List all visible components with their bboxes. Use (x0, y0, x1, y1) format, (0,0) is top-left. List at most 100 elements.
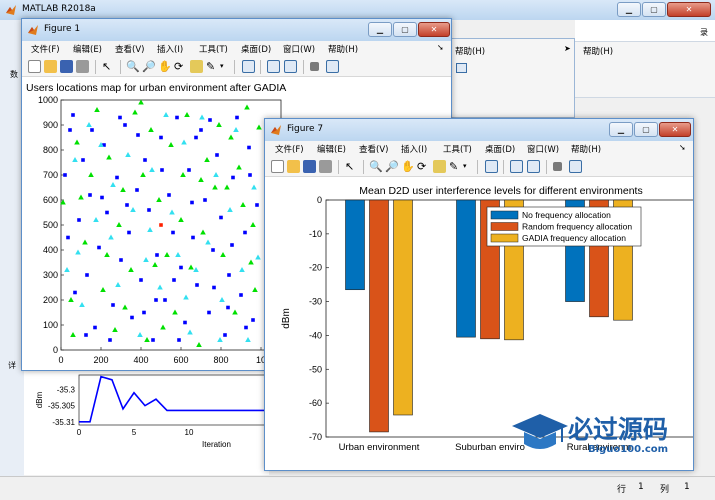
scatter-point-square (77, 218, 81, 222)
data-cursor-icon[interactable] (433, 160, 446, 173)
menu-window[interactable]: 窗口(W) (527, 143, 559, 155)
scatter-point-square (171, 230, 175, 235)
menu-help[interactable]: 帮助(H) (328, 43, 358, 55)
open-file-icon[interactable] (287, 160, 300, 173)
brush-icon[interactable]: ✎ (449, 160, 462, 173)
edit-plot-arrow-icon[interactable]: ↖ (102, 60, 115, 73)
brush-icon[interactable]: ✎ (206, 60, 219, 73)
maximize-button[interactable]: ▢ (634, 122, 658, 137)
brush-dropdown-icon[interactable]: ▾ (220, 60, 228, 73)
minimize-button[interactable]: ▁ (368, 22, 392, 37)
minimize-button[interactable]: ▁ (609, 122, 633, 137)
back-window-tool-icon[interactable] (456, 63, 467, 73)
scatter-point-square (85, 273, 89, 277)
menu-file[interactable]: 文件(F) (31, 43, 60, 55)
menu-desktop[interactable]: 桌面(D) (241, 43, 271, 55)
toolbar-separator (477, 160, 478, 174)
bar-y-tick-label: -60 (309, 398, 322, 408)
menu-insert[interactable]: 插入(I) (157, 43, 183, 55)
rotate-3d-icon[interactable]: ⟳ (417, 160, 430, 173)
scatter-y-tick-label: 300 (43, 270, 58, 280)
scatter-point-square (119, 258, 123, 262)
zoom-in-icon[interactable]: 🔍 (126, 60, 140, 73)
menu-dock-arrow-icon[interactable]: ➘ (437, 43, 444, 52)
toolbar-separator (503, 160, 504, 174)
colorbar-icon[interactable] (267, 60, 280, 73)
figure7-titlebar[interactable]: Figure 7 ▁ ▢ ✕ (265, 119, 693, 141)
save-icon[interactable] (303, 160, 316, 173)
scatter-point-square (163, 298, 167, 302)
legend-icon[interactable] (284, 60, 297, 73)
scatter-x-tick-label: 800 (213, 355, 228, 365)
side-tab-label-right[interactable]: 录 (700, 27, 708, 38)
data-cursor-icon[interactable] (190, 60, 203, 73)
new-figure-icon[interactable] (28, 60, 41, 73)
toolbar-separator (546, 160, 547, 174)
link-plot-icon[interactable] (242, 60, 255, 73)
menu-edit[interactable]: 编辑(E) (317, 143, 346, 155)
menu-tools[interactable]: 工具(T) (199, 43, 228, 55)
colorbar-icon[interactable] (510, 160, 523, 173)
menu-tools[interactable]: 工具(T) (443, 143, 472, 155)
scatter-point-square (111, 303, 115, 307)
menu-insert[interactable]: 插入(I) (401, 143, 427, 155)
show-plot-tools-icon[interactable] (569, 160, 582, 173)
bar-y-tick-label: -70 (309, 432, 322, 442)
matlab-help-menu[interactable]: 帮助(H) (583, 45, 613, 57)
open-file-icon[interactable] (44, 60, 57, 73)
scatter-point-square (247, 145, 251, 150)
menu-desktop[interactable]: 桌面(D) (485, 143, 515, 155)
print-icon[interactable] (319, 160, 332, 173)
back-window-help-menu[interactable]: 帮助(H) (455, 45, 485, 57)
pan-hand-icon[interactable]: ✋ (401, 160, 415, 173)
scatter-point-square (130, 315, 134, 320)
menu-edit[interactable]: 编辑(E) (73, 43, 102, 55)
close-button[interactable]: ✕ (667, 2, 711, 17)
print-icon[interactable] (76, 60, 89, 73)
brush-dropdown-icon[interactable]: ▾ (463, 160, 471, 173)
legend-icon[interactable] (527, 160, 540, 173)
hide-plot-tools-icon[interactable] (553, 162, 562, 171)
minimize-button[interactable]: ▁ (617, 2, 641, 17)
link-plot-icon[interactable] (485, 160, 498, 173)
menu-help[interactable]: 帮助(H) (571, 143, 601, 155)
scatter-x-tick-label: 400 (133, 355, 148, 365)
show-plot-tools-icon[interactable] (326, 60, 339, 73)
hide-plot-tools-icon[interactable] (310, 62, 319, 71)
menu-view[interactable]: 查看(V) (359, 143, 388, 155)
zoom-in-icon[interactable]: 🔍 (369, 160, 383, 173)
menu-dock-arrow-icon[interactable]: ➘ (679, 143, 686, 152)
zoom-out-icon[interactable]: 🔎 (142, 60, 156, 73)
menu-window[interactable]: 窗口(W) (283, 43, 315, 55)
back-window-chevron-icon[interactable]: ➤ (564, 44, 571, 53)
zoom-out-icon[interactable]: 🔎 (385, 160, 399, 173)
bar-y-tick-label: -50 (309, 364, 322, 374)
save-icon[interactable] (60, 60, 73, 73)
new-figure-icon[interactable] (271, 160, 284, 173)
side-tab-label[interactable]: 数 (10, 69, 18, 80)
maximize-button[interactable]: ▢ (393, 22, 417, 37)
line-y-tick-label: -35.305 (48, 402, 76, 411)
close-button[interactable]: ✕ (659, 122, 691, 137)
scatter-point-square (227, 273, 231, 277)
bar-y-tick-label: -10 (309, 229, 322, 239)
line-y-tick-label: -35.31 (52, 418, 75, 427)
bar (456, 199, 476, 338)
scatter-point-square (191, 235, 195, 240)
scatter-point-square (154, 298, 158, 302)
rotate-3d-icon[interactable]: ⟳ (174, 60, 187, 73)
maximize-button[interactable]: ▢ (642, 2, 666, 17)
menu-view[interactable]: 查看(V) (115, 43, 144, 55)
edit-plot-arrow-icon[interactable]: ↖ (345, 160, 358, 173)
matlab-titlebar[interactable]: MATLAB R2018a ▁ ▢ ✕ (0, 0, 715, 20)
scatter-point-square (147, 208, 151, 212)
menu-file[interactable]: 文件(F) (275, 143, 304, 155)
figure1-title: Figure 1 (44, 24, 81, 34)
figure7-menubar: 文件(F) 编辑(E) 查看(V) 插入(I) 工具(T) 桌面(D) 窗口(W… (265, 141, 693, 157)
close-button[interactable]: ✕ (418, 22, 450, 37)
scatter-point-square (151, 338, 155, 342)
scatter-point-square (160, 168, 164, 172)
pan-hand-icon[interactable]: ✋ (158, 60, 172, 73)
figure1-titlebar[interactable]: Figure 1 ▁ ▢ ✕ (22, 19, 451, 41)
toolbar-separator (363, 160, 364, 174)
